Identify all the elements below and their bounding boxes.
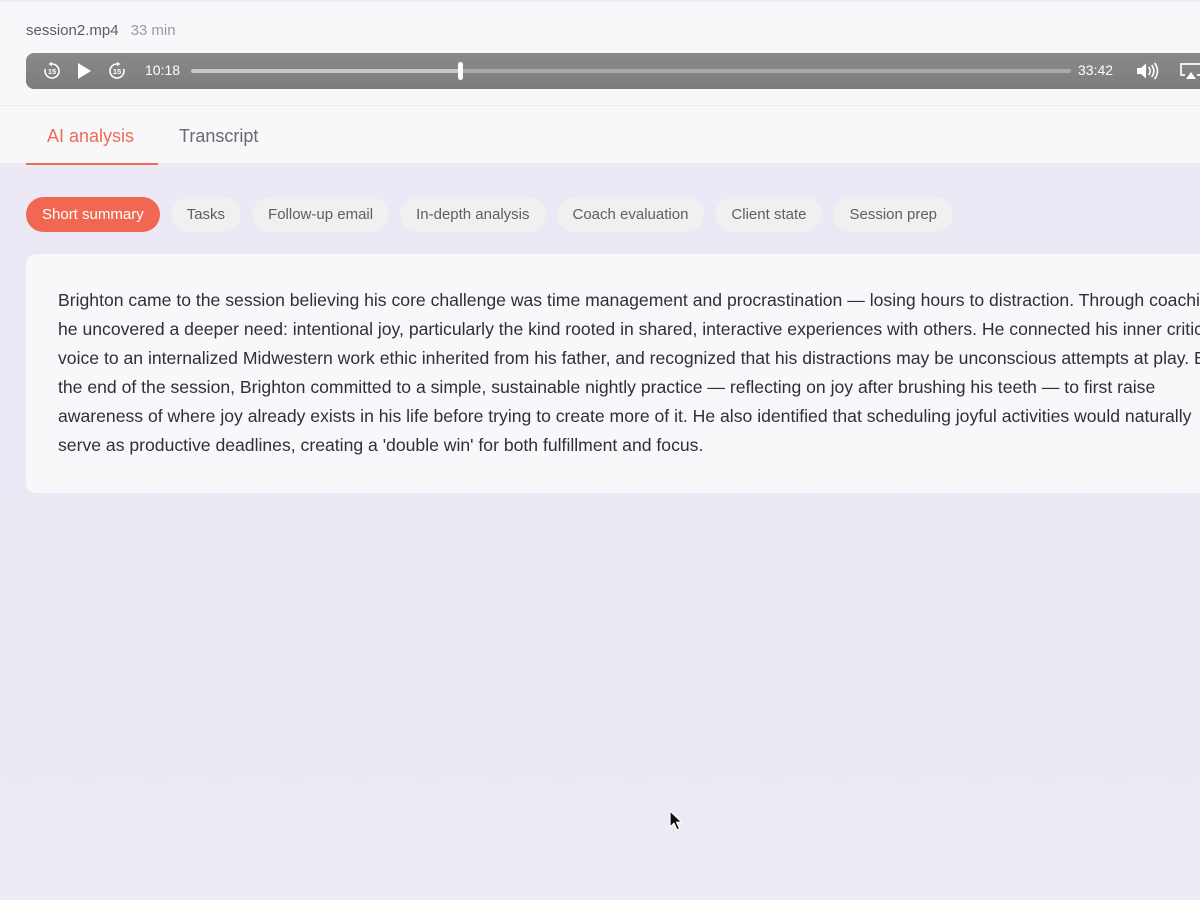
- file-duration: 33 min: [130, 22, 176, 39]
- pill-short-summary[interactable]: Short summary: [26, 197, 160, 232]
- seek-bar[interactable]: [191, 62, 1071, 80]
- file-name: session2.mp4: [26, 22, 119, 39]
- play-icon: [78, 63, 91, 79]
- tabs-divider: [0, 105, 1200, 106]
- file-info: session2.mp4 33 min: [26, 22, 176, 39]
- tab-transcript[interactable]: Transcript: [179, 126, 258, 147]
- video-player-controls: 15 15 10:18 33:42: [26, 53, 1200, 89]
- tab-ai-analysis[interactable]: AI analysis: [47, 126, 134, 147]
- seek-progress: [191, 69, 460, 73]
- current-time: 10:18: [145, 62, 181, 78]
- play-button[interactable]: [74, 61, 94, 81]
- pill-in-depth-analysis[interactable]: In-depth analysis: [400, 197, 546, 232]
- pill-client-state[interactable]: Client state: [715, 197, 823, 232]
- forward-15-icon[interactable]: 15: [107, 61, 127, 81]
- analysis-type-selector: Short summary Tasks Follow-up email In-d…: [26, 197, 954, 232]
- pill-coach-evaluation[interactable]: Coach evaluation: [556, 197, 705, 232]
- player-panel: session2.mp4 33 min 15 15 10:18 33:42 AI…: [0, 0, 1200, 165]
- pill-tasks[interactable]: Tasks: [170, 197, 242, 232]
- summary-text: Brighton came to the session believing h…: [58, 290, 1200, 455]
- forward-15-label: 15: [113, 67, 121, 76]
- volume-icon[interactable]: [1136, 61, 1162, 81]
- total-time: 33:42: [1078, 62, 1114, 78]
- rewind-15-icon[interactable]: 15: [42, 61, 62, 81]
- airplay-icon[interactable]: [1179, 61, 1200, 81]
- active-tab-indicator: [26, 163, 158, 165]
- mouse-cursor-icon: [669, 810, 683, 837]
- summary-card: Brighton came to the session believing h…: [26, 254, 1200, 493]
- pill-session-prep[interactable]: Session prep: [833, 197, 954, 232]
- seek-handle[interactable]: [457, 62, 463, 80]
- pill-follow-up-email[interactable]: Follow-up email: [252, 197, 390, 232]
- rewind-15-label: 15: [48, 67, 56, 76]
